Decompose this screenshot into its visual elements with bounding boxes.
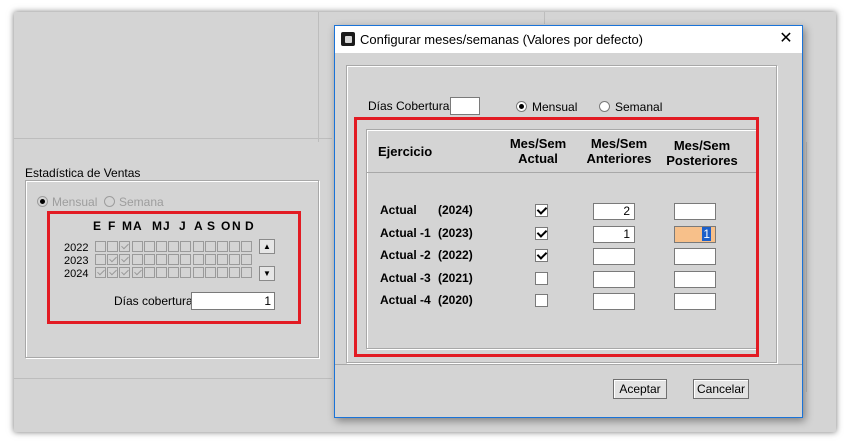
radio-semanal[interactable] — [599, 101, 610, 112]
dialog-title: Configurar meses/semanas (Valores por de… — [360, 32, 643, 47]
accept-button[interactable]: Aceptar — [613, 379, 667, 399]
close-icon[interactable]: ✕ — [775, 29, 797, 49]
group-title: Estadística de Ventas — [25, 166, 141, 180]
dias-cobertura-input[interactable] — [450, 97, 480, 115]
title-bar: Configurar meses/semanas (Valores por de… — [335, 26, 802, 53]
separator — [806, 142, 807, 392]
separator — [544, 12, 545, 24]
radio-mensual[interactable] — [516, 101, 527, 112]
separator — [14, 378, 332, 379]
cancel-button[interactable]: Cancelar — [693, 379, 749, 399]
separator — [318, 12, 319, 142]
app-icon — [341, 32, 355, 46]
separator — [14, 138, 332, 139]
radio-monthly-disabled — [37, 196, 48, 207]
radio-semanal-label: Semanal — [615, 100, 663, 114]
highlight-box — [354, 117, 759, 357]
dias-cobertura-label: Días Cobertura — [368, 99, 450, 113]
footer-divider — [335, 364, 802, 365]
radio-monthly-label: Mensual — [52, 195, 98, 209]
highlight-box — [47, 211, 301, 324]
radio-mensual-label: Mensual — [532, 100, 578, 114]
radio-weekly-label: Semana — [119, 195, 164, 209]
radio-weekly-disabled — [104, 196, 115, 207]
